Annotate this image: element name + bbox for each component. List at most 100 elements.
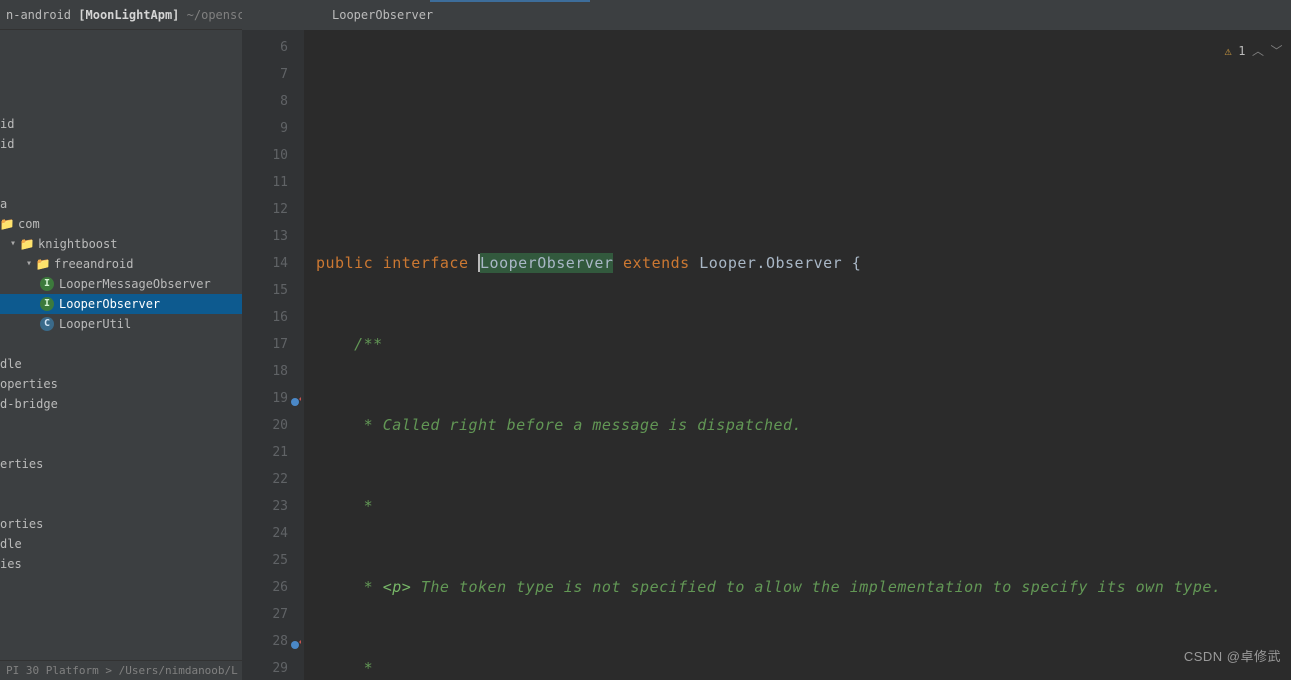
tree-item[interactable]: dle — [0, 534, 242, 554]
line-number[interactable]: 13 — [246, 223, 288, 250]
sdk-platform: PI 30 Platform > — [6, 664, 112, 677]
status-path: /Users/nimdanoob/L — [119, 664, 238, 677]
project-tree[interactable]: idida📁com▾📁knightboost▾📁freeandroidILoop… — [0, 30, 242, 660]
tree-item-label: dle — [0, 534, 22, 554]
line-number[interactable]: 8 — [246, 88, 288, 115]
line-number[interactable]: 28 — [246, 628, 288, 655]
folder-icon: 📁 — [20, 237, 34, 251]
code-line[interactable] — [316, 169, 1291, 196]
code-line[interactable]: * <p> The token type is not specified to… — [316, 574, 1291, 601]
tree-item-label: id — [0, 134, 14, 154]
interface-icon: I — [40, 297, 54, 311]
class-icon: C — [40, 317, 54, 331]
override-marker-icon[interactable] — [290, 391, 302, 403]
code-line[interactable]: * — [316, 655, 1291, 680]
tree-item-label: knightboost — [38, 234, 117, 254]
inspection-bar[interactable]: ⚠1 ︿ ﹀ — [1225, 38, 1284, 65]
tree-item[interactable]: a — [0, 194, 242, 214]
line-number[interactable]: 23 — [246, 493, 288, 520]
code-line[interactable]: * — [316, 493, 1291, 520]
tree-item-label: LooperMessageObserver — [59, 274, 211, 294]
tree-item-label: com — [18, 214, 40, 234]
tree-item[interactable]: ies — [0, 554, 242, 574]
tree-item[interactable]: id — [0, 114, 242, 134]
tree-item[interactable]: C LooperUtil — [0, 314, 242, 334]
tree-item-label: operties — [0, 374, 58, 394]
line-number[interactable]: 27 — [246, 601, 288, 628]
project-name-partial: n-android — [6, 8, 71, 22]
project-brand: [MoonLightApm] — [78, 8, 179, 22]
tree-item-label: orties — [0, 514, 43, 534]
tree-item-label: freeandroid — [54, 254, 133, 274]
line-number[interactable]: 7 — [246, 61, 288, 88]
ide-window: n-android [MoonLightApm] ~/opensc idida📁… — [0, 0, 1291, 680]
editor-area: LooperObserver 6789101112131415161718192… — [242, 0, 1291, 680]
code-line[interactable]: public interface LooperObserver extends … — [316, 250, 1291, 277]
line-number[interactable]: 20 — [246, 412, 288, 439]
tree-item-label: id — [0, 114, 14, 134]
line-number[interactable]: 6 — [246, 34, 288, 61]
tree-item-label: a — [0, 194, 7, 214]
editor-body: 6789101112131415161718192021222324252627… — [242, 30, 1291, 680]
next-highlight-icon[interactable]: ﹀ — [1270, 38, 1283, 65]
expand-arrow-icon[interactable]: ▾ — [10, 234, 20, 254]
line-number[interactable]: 9 — [246, 115, 288, 142]
project-path: ~/opensc — [187, 8, 242, 22]
line-number[interactable]: 16 — [246, 304, 288, 331]
tree-item[interactable] — [0, 494, 242, 514]
line-number[interactable]: 22 — [246, 466, 288, 493]
line-number[interactable]: 10 — [246, 142, 288, 169]
line-number[interactable]: 21 — [246, 439, 288, 466]
tree-item-label: LooperUtil — [59, 314, 131, 334]
code-line[interactable]: /** — [316, 331, 1291, 358]
line-number[interactable]: 15 — [246, 277, 288, 304]
warning-count: 1 — [1238, 38, 1246, 65]
editor-tab[interactable]: LooperObserver — [322, 0, 443, 30]
status-bar: PI 30 Platform > /Users/nimdanoob/L — [0, 660, 242, 680]
tree-item[interactable] — [0, 334, 242, 354]
tree-item[interactable]: ▾📁 freeandroid — [0, 254, 242, 274]
line-number[interactable]: 14 — [246, 250, 288, 277]
tree-item[interactable] — [0, 414, 242, 434]
tree-item[interactable]: ▾📁 knightboost — [0, 234, 242, 254]
active-tab-indicator — [430, 0, 590, 2]
tree-item[interactable] — [0, 474, 242, 494]
tree-item[interactable] — [0, 174, 242, 194]
tree-item[interactable]: id — [0, 134, 242, 154]
tree-item[interactable]: orties — [0, 514, 242, 534]
code-line[interactable]: * Called right before a message is dispa… — [316, 412, 1291, 439]
folder-icon: 📁 — [36, 257, 50, 271]
code-editor[interactable]: ⚠1 ︿ ﹀ public interface LooperObserver e… — [304, 30, 1291, 680]
tree-item-label: dle — [0, 354, 22, 374]
line-number[interactable]: 17 — [246, 331, 288, 358]
line-number[interactable]: 24 — [246, 520, 288, 547]
folder-icon: 📁 — [0, 217, 14, 231]
tree-item[interactable]: 📁 com — [0, 214, 242, 234]
tree-item-label: erties — [0, 454, 43, 474]
line-number[interactable]: 29 — [246, 655, 288, 680]
line-number[interactable]: 25 — [246, 547, 288, 574]
warning-icon[interactable]: ⚠ — [1225, 38, 1233, 65]
tree-item[interactable]: I LooperObserver — [0, 294, 242, 314]
tree-item[interactable] — [0, 154, 242, 174]
tree-item[interactable]: erties — [0, 454, 242, 474]
tree-item[interactable]: I LooperMessageObserver — [0, 274, 242, 294]
prev-highlight-icon[interactable]: ︿ — [1252, 38, 1265, 65]
interface-icon: I — [40, 277, 54, 291]
line-number[interactable]: 19 — [246, 385, 288, 412]
editor-tab-bar: LooperObserver — [242, 0, 1291, 30]
line-number[interactable]: 18 — [246, 358, 288, 385]
tree-item[interactable]: d-bridge — [0, 394, 242, 414]
line-number[interactable]: 11 — [246, 169, 288, 196]
tree-item-label: LooperObserver — [59, 294, 160, 314]
expand-arrow-icon[interactable]: ▾ — [26, 254, 36, 274]
line-number-gutter[interactable]: 6789101112131415161718192021222324252627… — [242, 30, 304, 680]
window-title-bar: n-android [MoonLightApm] ~/opensc — [0, 0, 242, 30]
line-number[interactable]: 12 — [246, 196, 288, 223]
override-marker-icon[interactable] — [290, 634, 302, 646]
tree-item[interactable]: dle — [0, 354, 242, 374]
tree-item[interactable]: operties — [0, 374, 242, 394]
tree-item[interactable] — [0, 434, 242, 454]
project-sidebar: n-android [MoonLightApm] ~/opensc idida📁… — [0, 0, 242, 680]
line-number[interactable]: 26 — [246, 574, 288, 601]
